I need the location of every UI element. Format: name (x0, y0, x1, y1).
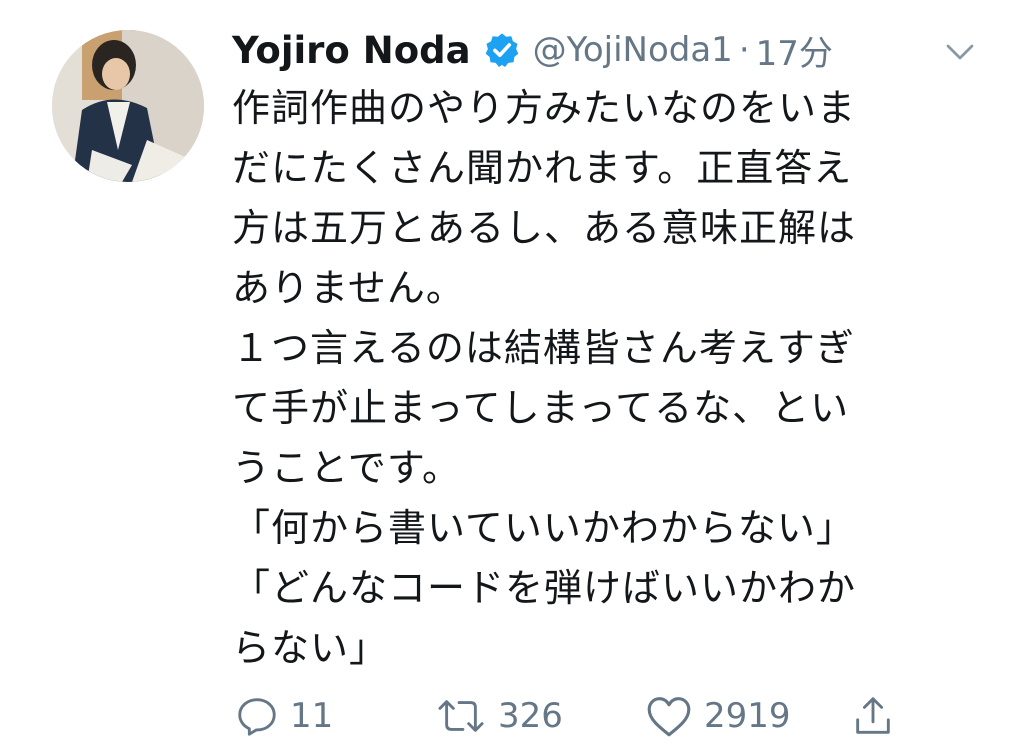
avatar[interactable] (52, 30, 204, 182)
reply-button[interactable]: 11 (234, 690, 333, 742)
tweet-timestamp[interactable]: 17分 (756, 26, 833, 75)
retweet-button[interactable]: 326 (434, 690, 563, 742)
chevron-down-icon[interactable] (942, 34, 978, 70)
tweet-text-line: 方は五万とあるし、ある意味正解は (232, 206, 857, 250)
share-icon (856, 697, 890, 734)
tweet-header: Yojiro Noda @YojiNoda1 · 17分 (232, 22, 833, 78)
tweet-text-line: ありません。 (232, 266, 465, 310)
tweet-text-line: だにたくさん聞かれます。正直答え (232, 146, 853, 190)
tweet-text-line: １つ言えるのは結構皆さん考えすぎ (232, 326, 855, 370)
like-count: 2919 (704, 696, 791, 736)
separator-dot: · (738, 30, 750, 70)
tweet-text-line: て手が止まってしまってるな、とい (232, 386, 850, 430)
reply-icon (238, 698, 276, 736)
tweet-text-line: らない」 (232, 626, 389, 670)
like-icon (647, 697, 691, 737)
verified-badge-icon (485, 33, 518, 67)
author-name[interactable]: Yojiro Noda (232, 29, 471, 72)
tweet-text: 作詞作曲のやり方みたいなのをいま だにたくさん聞かれます。正直答え 方は五万とあ… (232, 78, 952, 678)
tweet-text-line: 作詞作曲のやり方みたいなのをいま (232, 86, 857, 130)
tweet-actions: 11 326 2919 (230, 690, 930, 742)
tweet-text-line: 「何から書いていいかわからない」 (232, 506, 855, 550)
tweet-text-line: うことです。 (232, 446, 462, 490)
tweet-text-line: 「どんなコードを弾けばいいかわか (232, 566, 857, 610)
retweet-icon (438, 700, 484, 732)
like-button[interactable]: 2919 (644, 690, 791, 742)
share-button[interactable] (850, 690, 896, 742)
retweet-count: 326 (498, 696, 563, 736)
reply-count: 11 (290, 696, 334, 736)
author-handle[interactable]: @YojiNoda1 (533, 30, 733, 70)
